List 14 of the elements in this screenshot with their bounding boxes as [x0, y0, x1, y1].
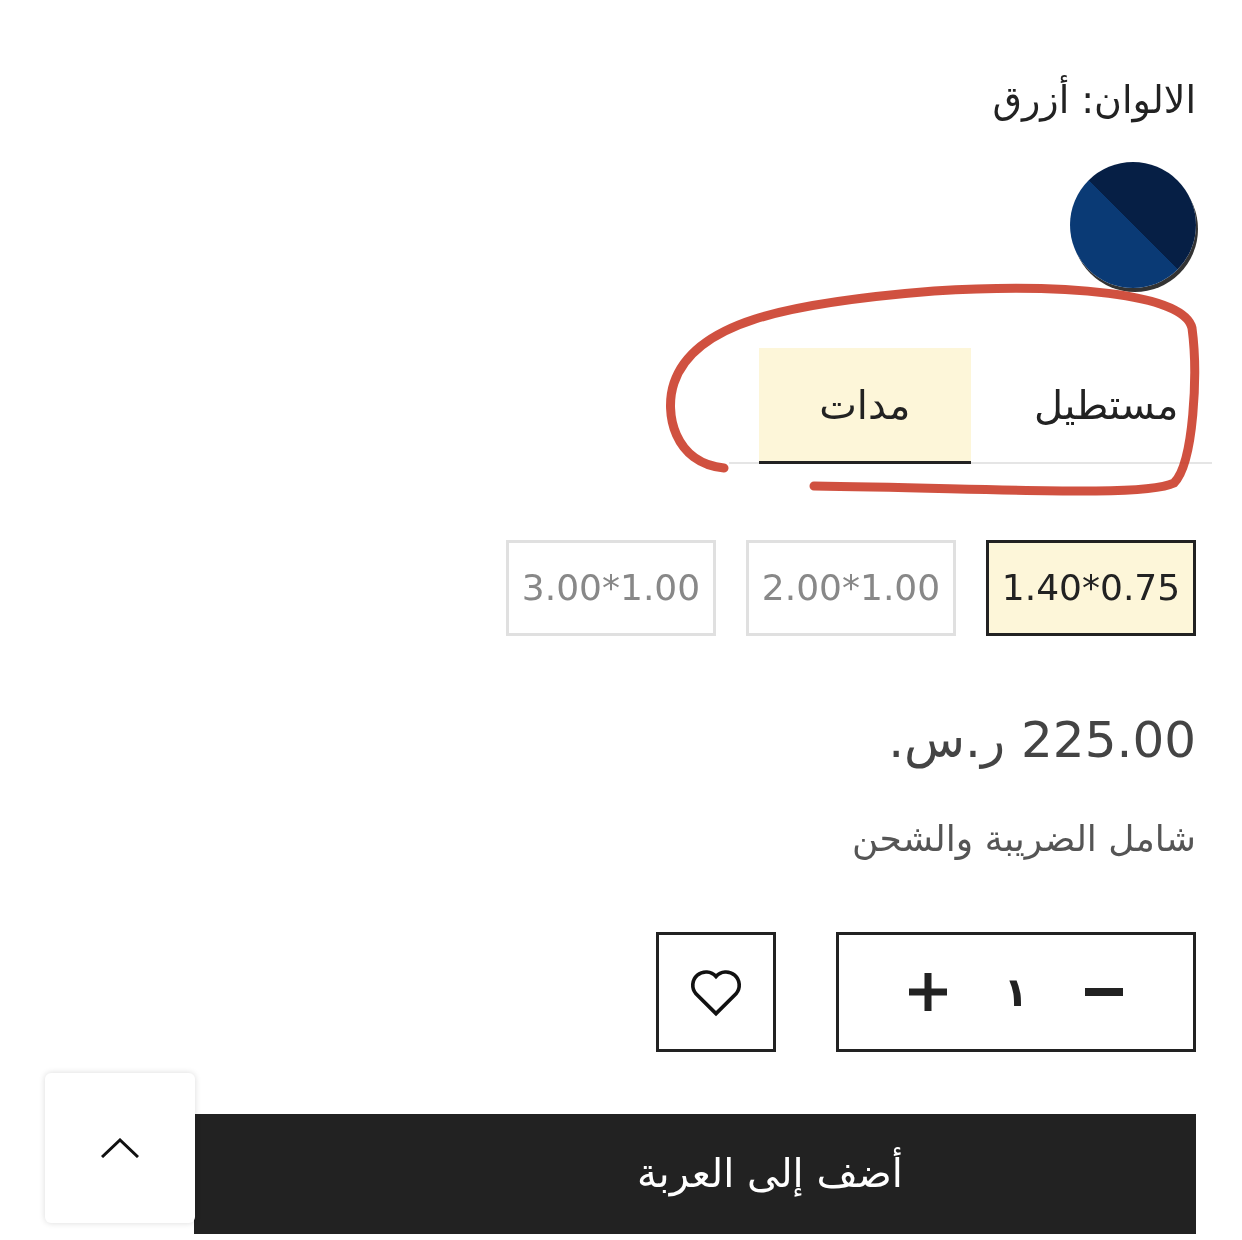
chevron-up-icon	[101, 1138, 139, 1158]
size-option[interactable]: 2.00*1.00	[746, 540, 956, 636]
plus-icon[interactable]	[909, 973, 947, 1011]
price: 225.00 ر.س.	[888, 710, 1196, 771]
color-label: الالوان: أزرق	[992, 72, 1196, 128]
shape-tab[interactable]: مدات	[759, 348, 971, 464]
shape-tab[interactable]: مستطيل	[1000, 348, 1212, 464]
wishlist-button[interactable]	[656, 932, 776, 1052]
add-to-cart-button[interactable]: أضف إلى العربة	[194, 1114, 1196, 1234]
tax-note: شامل الضريبة والشحن	[852, 817, 1196, 862]
heart-icon	[688, 967, 744, 1017]
size-option[interactable]: 1.40*0.75	[986, 540, 1196, 636]
size-option[interactable]: 3.00*1.00	[506, 540, 716, 636]
quantity-value: ١	[1003, 968, 1029, 1017]
